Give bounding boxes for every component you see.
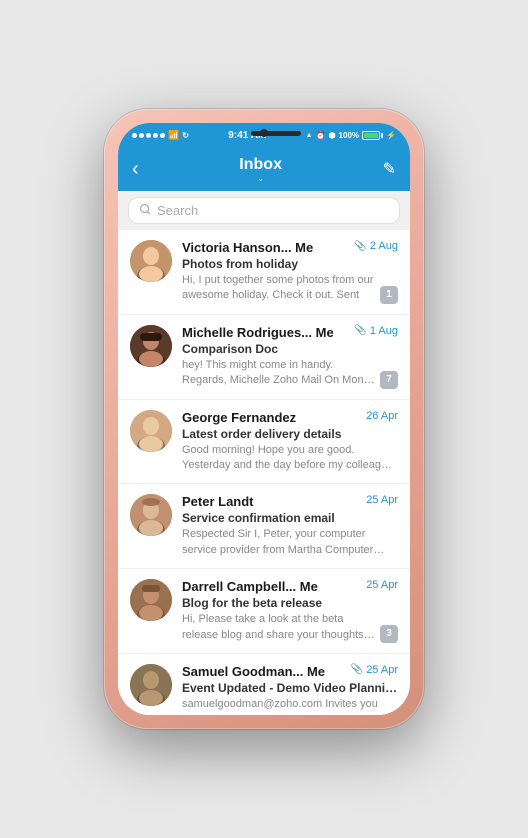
compose-button[interactable]: ✎: [383, 159, 396, 179]
email-date-wrap: 25 Apr: [366, 494, 398, 506]
email-date: 25 Apr: [366, 664, 398, 676]
avatar: [130, 579, 172, 621]
battery-fill: [364, 133, 378, 138]
email-preview-wrap: Respected Sir I, Peter, your computer se…: [182, 527, 398, 558]
email-date: 26 Apr: [366, 410, 398, 422]
email-badge: 7: [380, 371, 398, 389]
email-subject: Comparison Doc: [182, 342, 398, 356]
sync-icon: ↻: [182, 131, 189, 140]
battery-body: [362, 131, 380, 140]
email-preview-wrap: hey! This might come in handy. Regards, …: [182, 358, 398, 389]
email-sender: Darrell Campbell... Me: [182, 579, 366, 594]
attachment-icon: 📎: [354, 325, 366, 336]
email-date: 25 Apr: [366, 494, 398, 506]
back-button[interactable]: ‹: [132, 159, 139, 179]
email-preview: hey! This might come in handy. Regards, …: [182, 358, 376, 389]
email-item[interactable]: Michelle Rodrigues... Me 📎 1 Aug Compari…: [118, 315, 410, 400]
email-header: Darrell Campbell... Me 25 Apr: [182, 579, 398, 594]
email-sender: Samuel Goodman... Me: [182, 664, 351, 679]
charging-icon: ⚡: [386, 131, 396, 140]
email-preview-wrap: samuelgoodman@zoho.com Invites you: [182, 697, 398, 712]
email-preview: samuelgoodman@zoho.com Invites you: [182, 697, 398, 712]
email-sender: Victoria Hanson... Me: [182, 240, 354, 255]
email-header: Victoria Hanson... Me 📎 2 Aug: [182, 240, 398, 255]
email-sender: Peter Landt: [182, 494, 366, 509]
email-subject: Latest order delivery details: [182, 427, 398, 441]
nav-title-wrap: Inbox ⌄: [239, 156, 282, 183]
nav-chevron-icon: ⌄: [257, 174, 264, 183]
email-preview: Hi, Please take a look at the beta relea…: [182, 612, 376, 643]
battery-tip: [381, 133, 383, 138]
search-bar: Search: [118, 191, 410, 230]
signal-dot: [153, 133, 158, 138]
battery-percent: 100%: [339, 131, 359, 140]
status-left: 📶 ↻: [132, 130, 189, 141]
email-list: Victoria Hanson... Me 📎 2 Aug Photos fro…: [118, 230, 410, 715]
signal-dot: [139, 133, 144, 138]
signal-dot: [160, 133, 165, 138]
email-date-wrap: 25 Apr: [366, 579, 398, 591]
email-content: Peter Landt 25 Apr Service confirmation …: [182, 494, 398, 558]
phone-screen: 📶 ↻ 9:41 AM ▲ ⏰ ⬢ 100% ⚡ ‹: [118, 123, 410, 715]
avatar: [130, 325, 172, 367]
location-icon: ▲: [306, 132, 313, 139]
email-preview-wrap: Good morning! Hope you are good. Yesterd…: [182, 443, 398, 474]
email-content: Samuel Goodman... Me 📎 25 Apr Event Upda…: [182, 664, 398, 712]
email-date-wrap: 📎 1 Aug: [354, 325, 398, 337]
avatar: [130, 240, 172, 282]
email-preview: Good morning! Hope you are good. Yesterd…: [182, 443, 398, 474]
phone-device: 📶 ↻ 9:41 AM ▲ ⏰ ⬢ 100% ⚡ ‹: [104, 109, 424, 729]
email-badge: 3: [380, 625, 398, 643]
speaker-grille: [251, 131, 301, 136]
signal-bars: [132, 133, 165, 138]
avatar: [130, 410, 172, 452]
email-item[interactable]: George Fernandez 26 Apr Latest order del…: [118, 400, 410, 485]
signal-dot: [146, 133, 151, 138]
email-subject: Blog for the beta release: [182, 596, 398, 610]
email-content: George Fernandez 26 Apr Latest order del…: [182, 410, 398, 474]
email-item[interactable]: Victoria Hanson... Me 📎 2 Aug Photos fro…: [118, 230, 410, 315]
nav-title: Inbox: [239, 156, 282, 174]
search-placeholder: Search: [157, 203, 198, 218]
email-date: 1 Aug: [370, 325, 398, 337]
email-subject: Service confirmation email: [182, 511, 398, 525]
email-sender: George Fernandez: [182, 410, 366, 425]
email-preview: Respected Sir I, Peter, your computer se…: [182, 527, 398, 558]
email-badge: 1: [380, 286, 398, 304]
email-header: Peter Landt 25 Apr: [182, 494, 398, 509]
email-date-wrap: 📎 2 Aug: [354, 240, 398, 252]
email-preview-wrap: Hi, Please take a look at the beta relea…: [182, 612, 398, 643]
email-date: 25 Apr: [366, 579, 398, 591]
email-content: Michelle Rodrigues... Me 📎 1 Aug Compari…: [182, 325, 398, 389]
email-subject: Event Updated - Demo Video Planning: [182, 681, 398, 695]
attachment-icon: 📎: [354, 241, 366, 252]
email-content: Darrell Campbell... Me 25 Apr Blog for t…: [182, 579, 398, 643]
email-header: Michelle Rodrigues... Me 📎 1 Aug: [182, 325, 398, 340]
wifi-icon: 📶: [168, 130, 179, 141]
email-header: George Fernandez 26 Apr: [182, 410, 398, 425]
email-date-wrap: 26 Apr: [366, 410, 398, 422]
email-date: 2 Aug: [370, 240, 398, 252]
email-preview-wrap: Hi, I put together some photos from our …: [182, 273, 398, 304]
avatar: [130, 494, 172, 536]
avatar: [130, 664, 172, 706]
attachment-icon: 📎: [351, 664, 363, 675]
signal-dot: [132, 133, 137, 138]
email-preview: Hi, I put together some photos from our …: [182, 273, 376, 304]
status-right: ▲ ⏰ ⬢ 100% ⚡: [306, 131, 396, 140]
email-sender: Michelle Rodrigues... Me: [182, 325, 354, 340]
email-item[interactable]: Darrell Campbell... Me 25 Apr Blog for t…: [118, 569, 410, 654]
battery-indicator: [362, 131, 383, 140]
email-content: Victoria Hanson... Me 📎 2 Aug Photos fro…: [182, 240, 398, 304]
alarm-icon: ⏰: [316, 131, 326, 140]
email-item[interactable]: Peter Landt 25 Apr Service confirmation …: [118, 484, 410, 569]
search-input-wrap[interactable]: Search: [128, 197, 400, 224]
nav-bar: ‹ Inbox ⌄ ✎: [118, 147, 410, 191]
email-header: Samuel Goodman... Me 📎 25 Apr: [182, 664, 398, 679]
email-item[interactable]: Samuel Goodman... Me 📎 25 Apr Event Upda…: [118, 654, 410, 715]
email-subject: Photos from holiday: [182, 257, 398, 271]
search-icon: [139, 203, 151, 218]
email-date-wrap: 📎 25 Apr: [351, 664, 398, 676]
bluetooth-icon: ⬢: [329, 131, 336, 140]
